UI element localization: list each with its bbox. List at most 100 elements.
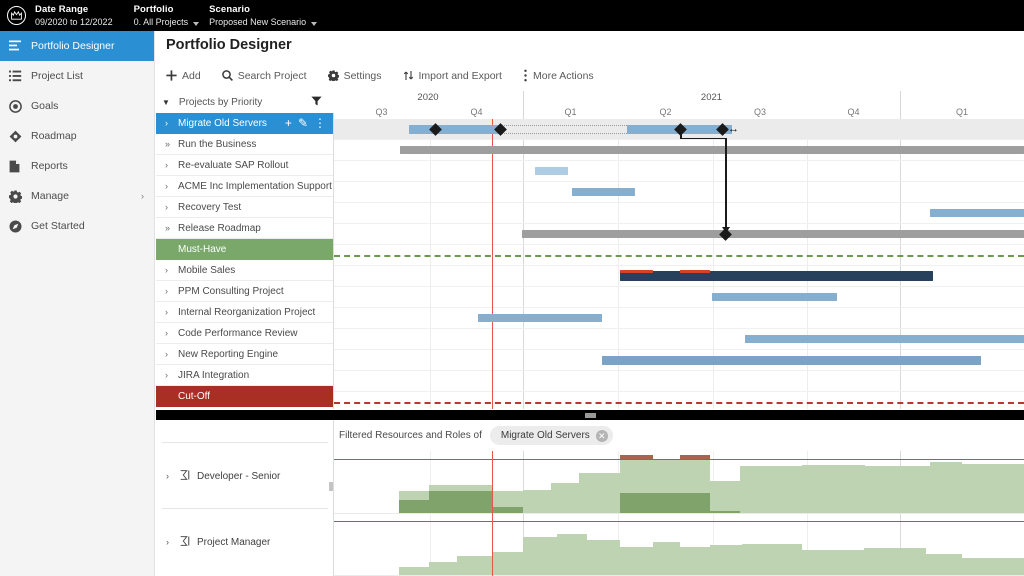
resource-histogram-chart[interactable]: Filtered Resources and Roles of Migrate …	[334, 420, 1024, 576]
dependency-link-segment	[680, 129, 682, 138]
crown-logo-icon	[6, 6, 26, 25]
topbar-group-0: Date Range 09/2020 to 12/2022	[35, 4, 113, 28]
project-row[interactable]: Cut-Off	[156, 386, 333, 407]
project-row[interactable]: » Run the Business	[156, 134, 333, 155]
resource-role-row[interactable]: › Developer - Senior	[156, 443, 334, 509]
compass-icon	[9, 220, 31, 233]
gantt-bar[interactable]	[478, 314, 602, 322]
expand-arrow-icon[interactable]: ›	[165, 286, 178, 296]
sidebar-item-reports[interactable]: Reports	[0, 151, 154, 181]
gantt-bar[interactable]	[620, 270, 653, 273]
expand-arrow-icon[interactable]: ›	[165, 118, 178, 128]
project-row[interactable]: › Mobile Sales	[156, 260, 333, 281]
gantt-bar[interactable]	[620, 271, 933, 281]
expand-arrow-icon[interactable]: ›	[165, 349, 178, 359]
project-row[interactable]: › Internal Reorganization Project	[156, 302, 333, 323]
project-row-label: New Reporting Engine	[178, 348, 279, 360]
resource-role-row[interactable]: › Project Manager	[156, 509, 334, 575]
gantt-year-label: 2021	[700, 92, 723, 103]
expand-arrow-icon[interactable]: ›	[165, 160, 178, 170]
project-row[interactable]: › Recovery Test	[156, 197, 333, 218]
resource-filter-bar: Filtered Resources and Roles of Migrate …	[334, 420, 1024, 451]
splitter-grip[interactable]	[585, 413, 596, 418]
resource-chart-body	[334, 451, 1024, 576]
gantt-bar[interactable]	[745, 335, 1024, 343]
histogram-bar-light	[457, 556, 493, 575]
toolbar-add-button[interactable]: Add	[166, 70, 201, 82]
project-row[interactable]: › JIRA Integration	[156, 365, 333, 386]
app-logo[interactable]	[0, 6, 32, 25]
sidebar-item-label: Goals	[31, 100, 59, 112]
gantt-bar[interactable]	[602, 355, 981, 365]
close-icon[interactable]: ✕	[595, 429, 608, 442]
project-row[interactable]: › Re-evaluate SAP Rollout	[156, 155, 333, 176]
chevron-down-icon[interactable]	[311, 21, 318, 26]
gantt-bar[interactable]	[535, 167, 568, 175]
histogram-bar-light	[865, 466, 930, 513]
sidebar-item-roadmap[interactable]: Roadmap	[0, 121, 154, 151]
expand-arrow-icon[interactable]: ›	[166, 471, 180, 481]
gantt-body[interactable]: ↔	[334, 119, 1024, 409]
sidebar-item-project-list[interactable]: Project List	[0, 61, 154, 91]
project-row[interactable]: Must-Have	[156, 239, 333, 260]
project-row[interactable]: » Release Roadmap	[156, 218, 333, 239]
resources-scroll-thumb[interactable]	[329, 482, 333, 491]
histogram-bar-dark	[653, 493, 680, 513]
sidebar-item-portfolio-designer[interactable]: Portfolio Designer	[0, 31, 154, 61]
expand-arrow-icon[interactable]: ›	[165, 265, 178, 275]
toolbar-search-project-button[interactable]: Search Project	[221, 70, 307, 82]
project-row[interactable]: › New Reporting Engine	[156, 344, 333, 365]
gantt-bar[interactable]	[572, 188, 635, 196]
gantt-quarter-label: Q3	[753, 107, 766, 117]
add-icon[interactable]: +	[285, 117, 292, 129]
expand-arrow-icon[interactable]: ›	[165, 202, 178, 212]
sidebar-item-goals[interactable]: Goals	[0, 91, 154, 121]
resize-handle-icon[interactable]: ↔	[728, 124, 739, 135]
edit-pencil-icon[interactable]: ✎	[298, 117, 308, 129]
expand-arrow-icon[interactable]: ›	[165, 181, 178, 191]
must-have-divider	[334, 255, 1024, 257]
gantt-bar[interactable]	[409, 124, 499, 134]
gantt-row-divider	[334, 286, 1024, 287]
project-row-label: Run the Business	[178, 138, 257, 150]
histogram-baseline	[334, 513, 1024, 514]
toolbar-import-and-export-button[interactable]: Import and Export	[403, 70, 502, 82]
toolbar-more-actions-button[interactable]: More Actions	[523, 69, 594, 82]
gantt-row-divider	[334, 349, 1024, 350]
expand-arrow-icon[interactable]: ›	[165, 307, 178, 317]
expand-arrow-icon[interactable]: ›	[166, 537, 180, 547]
gantt-bar[interactable]	[712, 293, 837, 301]
project-row-label: Must-Have	[178, 243, 227, 255]
project-row[interactable]: › Migrate Old Servers + ✎ ⋮	[156, 113, 333, 134]
toolbar-settings-button[interactable]: Settings	[327, 70, 382, 82]
histogram-bar-light	[551, 483, 579, 513]
project-row[interactable]: › PPM Consulting Project	[156, 281, 333, 302]
expand-arrow-icon[interactable]: »	[165, 223, 178, 233]
dependency-link-segment	[680, 137, 725, 140]
histogram-bar-light	[620, 547, 653, 575]
sidebar-item-get-started[interactable]: Get Started	[0, 211, 154, 241]
sidebar-item-manage[interactable]: Manage ›	[0, 181, 154, 211]
gantt-bar[interactable]	[522, 230, 1024, 238]
expand-arrow-icon[interactable]: ›	[165, 370, 178, 380]
gantt-bar[interactable]	[400, 146, 1024, 154]
gantt-row-divider	[334, 181, 1024, 182]
gantt-chart[interactable]: 2020 2021 Q3 Q4 Q1 Q2 Q3 Q4 Q1 ↔	[334, 91, 1024, 409]
gantt-gridline	[807, 119, 808, 409]
project-row[interactable]: › Code Performance Review	[156, 323, 333, 344]
filter-icon[interactable]	[311, 96, 322, 109]
project-row[interactable]: › ACME Inc Implementation Support	[156, 176, 333, 197]
gantt-bar[interactable]	[930, 209, 1024, 217]
gantt-bar[interactable]	[680, 270, 710, 273]
resource-filter-chip[interactable]: Migrate Old Servers ✕	[489, 426, 613, 445]
expand-arrow-icon[interactable]: ›	[165, 328, 178, 338]
chevron-down-icon[interactable]: ▼	[162, 98, 170, 107]
expand-arrow-icon[interactable]: »	[165, 139, 178, 149]
sidebar-item-label: Project List	[31, 70, 83, 82]
gantt-quarter-label: Q2	[659, 107, 672, 117]
project-row-label: JIRA Integration	[178, 369, 250, 381]
kebab-menu-icon[interactable]: ⋮	[314, 117, 326, 129]
horizontal-splitter[interactable]	[156, 410, 1024, 420]
document-icon	[9, 160, 31, 173]
chevron-down-icon[interactable]	[193, 21, 200, 26]
